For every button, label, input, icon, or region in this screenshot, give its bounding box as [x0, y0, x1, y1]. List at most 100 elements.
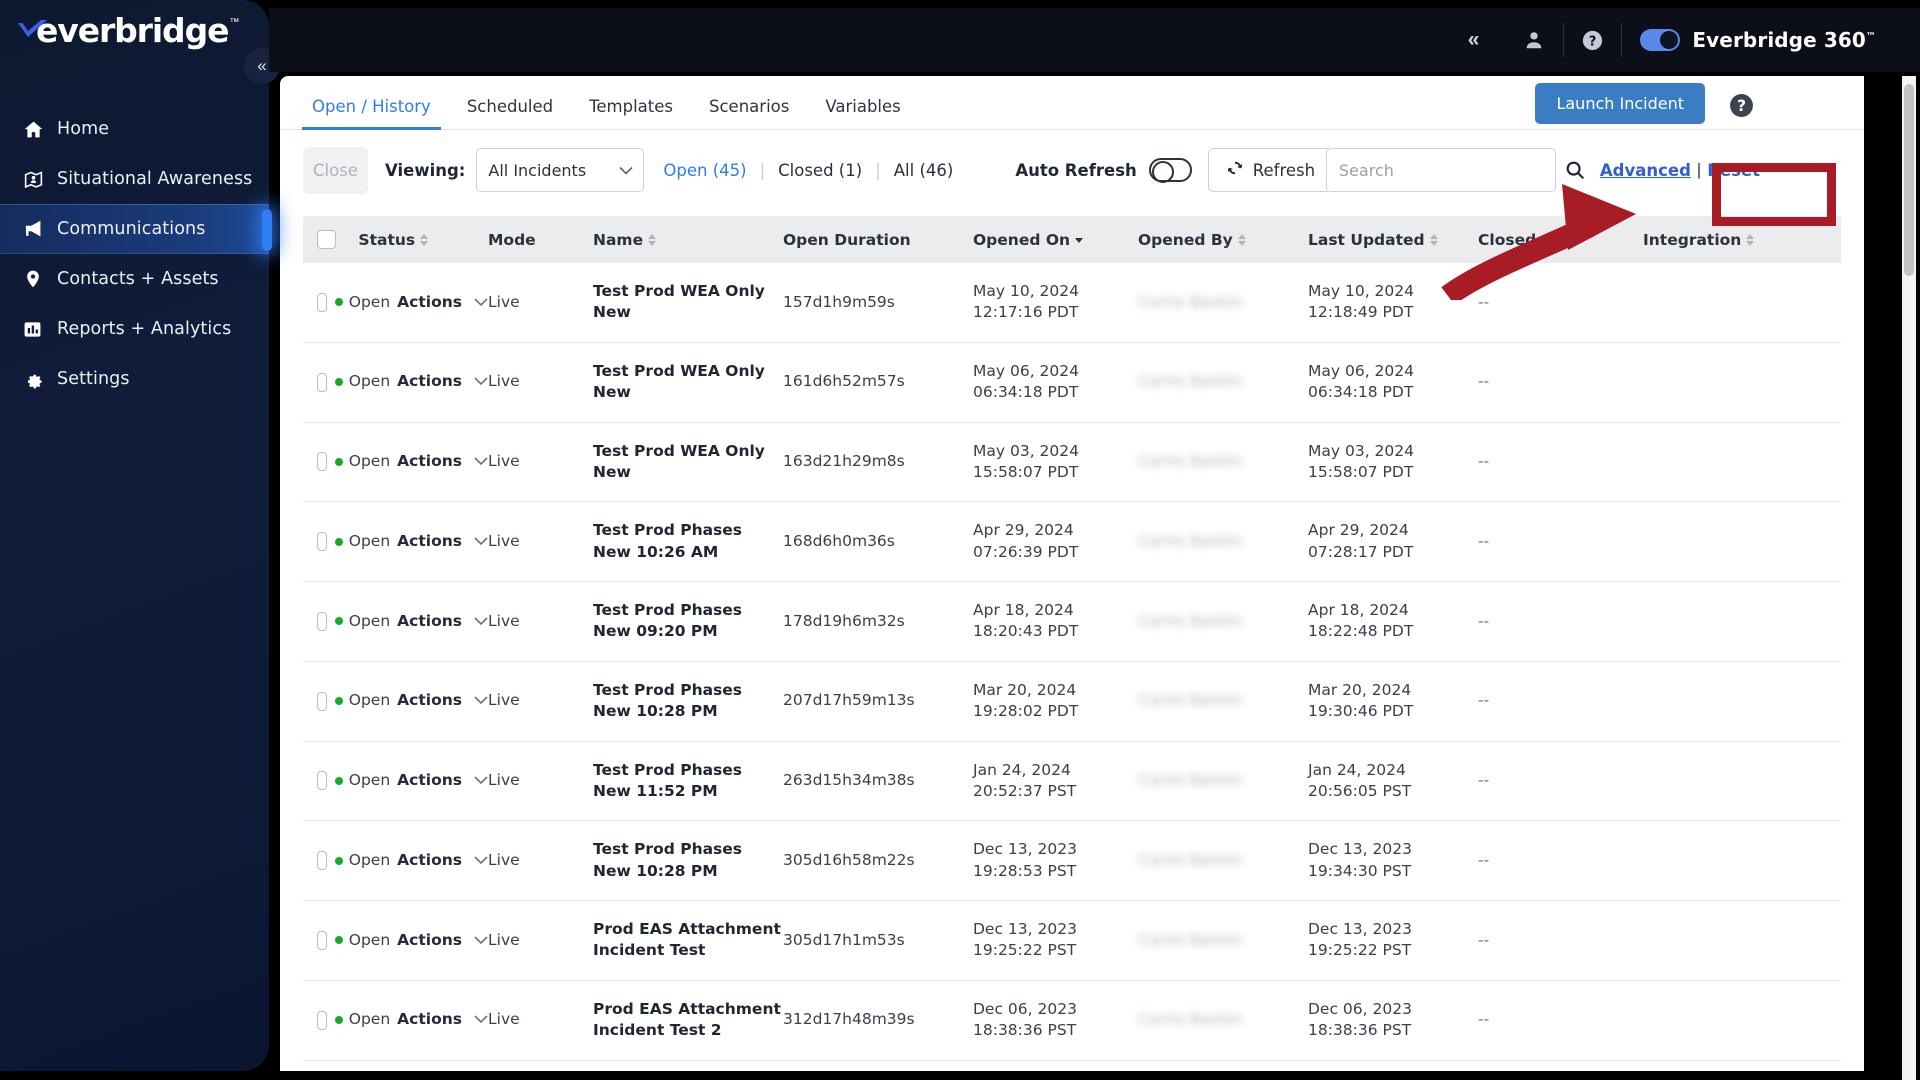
table-row[interactable]: Open Actions Live Test Prod Phases New 10:2…	[303, 661, 1841, 742]
row-checkbox[interactable]	[317, 452, 327, 472]
chevron-down-icon[interactable]	[474, 292, 488, 313]
search-input[interactable]	[1325, 148, 1556, 192]
column-last-updated[interactable]: Last Updated	[1308, 216, 1478, 263]
filter-closed[interactable]: Closed (1)	[776, 161, 864, 180]
cell-last-updated: Apr 18, 2024 18:22:48 PDT	[1308, 581, 1478, 662]
row-actions-button[interactable]: Actions	[397, 930, 462, 951]
sort-icon[interactable]	[1570, 233, 1580, 247]
row-actions-button[interactable]: Actions	[397, 1009, 462, 1030]
cell-status: Open Actions	[303, 422, 488, 503]
row-actions-button[interactable]: Actions	[397, 292, 462, 313]
chevron-down-icon[interactable]	[474, 770, 488, 791]
row-checkbox[interactable]	[317, 851, 327, 871]
sidebar-item-settings[interactable]: Settings	[0, 354, 269, 404]
chevron-down-icon[interactable]	[474, 531, 488, 552]
page-scrollbar-thumb[interactable]	[1904, 84, 1914, 276]
table-row[interactable]: Open Actions Live Test Prod WEA Only New 161…	[303, 342, 1841, 423]
auto-refresh-toggle[interactable]	[1148, 158, 1192, 183]
select-all-checkbox[interactable]	[317, 230, 336, 249]
table-row[interactable]: Open Actions Live Test Prod Phases New 11:5…	[303, 741, 1841, 822]
column-opened-on[interactable]: Opened On	[973, 216, 1138, 263]
tab-templates[interactable]: Templates	[571, 97, 691, 129]
table-row[interactable]: Open Actions Live Test Prod Phases New 10:2…	[303, 820, 1841, 901]
column-mode[interactable]: Mode	[488, 216, 593, 263]
row-checkbox[interactable]	[317, 930, 327, 950]
row-actions-button[interactable]: Actions	[397, 770, 462, 791]
column-mode-label: Mode	[488, 230, 536, 249]
column-closed-on[interactable]: Closed On	[1478, 216, 1643, 263]
collapse-panel-icon[interactable]: «	[1468, 20, 1480, 60]
tab-scheduled[interactable]: Scheduled	[449, 97, 571, 129]
column-opened-by[interactable]: Opened By	[1138, 216, 1308, 263]
row-actions-button[interactable]: Actions	[397, 611, 462, 632]
row-actions-button[interactable]: Actions	[397, 371, 462, 392]
table-row[interactable]: Open Actions Live Test Prod Phases New 09:2…	[303, 581, 1841, 662]
sidebar-item-label: Home	[57, 119, 110, 139]
svg-text:?: ?	[1589, 34, 1597, 49]
advanced-link[interactable]: Advanced	[1600, 161, 1691, 180]
gear-icon	[23, 368, 53, 390]
user-icon[interactable]	[1523, 20, 1545, 60]
sort-icon[interactable]	[1429, 233, 1439, 247]
filter-open[interactable]: Open (45)	[661, 161, 748, 180]
chevron-down-icon[interactable]	[474, 451, 488, 472]
sidebar-item-communications[interactable]: Communications	[0, 204, 272, 254]
help-circle-icon[interactable]: ?	[1582, 20, 1603, 60]
sidebar-item-situational-awareness[interactable]: Situational Awareness	[0, 154, 269, 204]
cell-open-duration	[783, 1060, 973, 1071]
close-button[interactable]: Close	[303, 146, 368, 194]
cell-last-updated: Jan 24, 2024 20:56:05 PST	[1308, 741, 1478, 822]
chevron-down-icon[interactable]	[474, 611, 488, 632]
row-checkbox[interactable]	[317, 691, 327, 711]
row-checkbox[interactable]	[317, 611, 327, 631]
tab-open-history[interactable]: Open / History	[294, 97, 449, 130]
row-checkbox[interactable]	[317, 532, 327, 552]
help-circle-icon[interactable]: ?	[1729, 93, 1754, 118]
row-checkbox[interactable]	[317, 771, 327, 791]
chevron-down-icon[interactable]	[474, 1009, 488, 1030]
table-row[interactable]: OpenActionsLive	[303, 1060, 1841, 1071]
chevron-down-icon[interactable]	[474, 850, 488, 871]
row-actions-button[interactable]: Actions	[397, 690, 462, 711]
tab-variables[interactable]: Variables	[807, 97, 918, 129]
sort-icon[interactable]	[1746, 233, 1755, 247]
table-row[interactable]: Open Actions Live Test Prod WEA Only New 163…	[303, 422, 1841, 503]
refresh-button[interactable]: Refresh	[1207, 148, 1333, 192]
sort-icon-desc[interactable]	[1075, 233, 1084, 247]
row-actions-button[interactable]: Actions	[397, 451, 462, 472]
table-row[interactable]: Open Actions Live Test Prod WEA Only New 157…	[303, 263, 1841, 343]
chevron-down-icon[interactable]	[474, 371, 488, 392]
chevron-down-icon[interactable]	[474, 930, 488, 951]
table-row[interactable]: Open Actions Live Prod EAS Attachment Incid…	[303, 900, 1841, 981]
opened-by-redacted: Carrie Bankin	[1138, 452, 1243, 471]
status-dot	[334, 776, 343, 785]
viewing-select[interactable]: All Incidents	[476, 148, 645, 192]
sort-icon[interactable]	[420, 233, 429, 247]
sidebar-item-home[interactable]: Home	[0, 104, 269, 154]
reset-link[interactable]: Reset	[1707, 161, 1760, 180]
launch-incident-button[interactable]: Launch Incident	[1535, 83, 1705, 124]
column-status[interactable]: Status	[303, 216, 488, 263]
sort-icon[interactable]	[648, 233, 657, 247]
row-checkbox[interactable]	[317, 372, 327, 392]
column-open-duration[interactable]: Open Duration	[783, 216, 973, 263]
cell-status: Open Actions	[303, 501, 488, 582]
cell-last-updated: Dec 13, 2023 19:34:30 PST	[1308, 820, 1478, 901]
search-icon[interactable]	[1564, 159, 1586, 181]
chevron-down-icon[interactable]	[474, 690, 488, 711]
table-row[interactable]: Open Actions Live Prod EAS Attachment Incid…	[303, 980, 1841, 1061]
row-actions-button[interactable]: Actions	[397, 850, 462, 871]
tab-scenarios[interactable]: Scenarios	[691, 97, 807, 129]
row-checkbox[interactable]	[317, 1010, 327, 1030]
sort-icon[interactable]	[1237, 233, 1247, 247]
column-name[interactable]: Name	[593, 216, 783, 263]
row-actions-button[interactable]: Actions	[397, 531, 462, 552]
table-row[interactable]: Open Actions Live Test Prod Phases New 10:2…	[303, 501, 1841, 582]
filter-all[interactable]: All (46)	[892, 161, 956, 180]
sidebar-item-contacts-assets[interactable]: Contacts + Assets	[0, 254, 269, 304]
row-checkbox[interactable]	[317, 292, 327, 312]
sidebar-item-reports-analytics[interactable]: Reports + Analytics	[0, 304, 269, 354]
cell-open-duration: 305d16h58m22s	[783, 820, 973, 901]
column-integration[interactable]: Integration	[1643, 216, 1841, 263]
everbridge-360-toggle[interactable]	[1640, 29, 1681, 51]
